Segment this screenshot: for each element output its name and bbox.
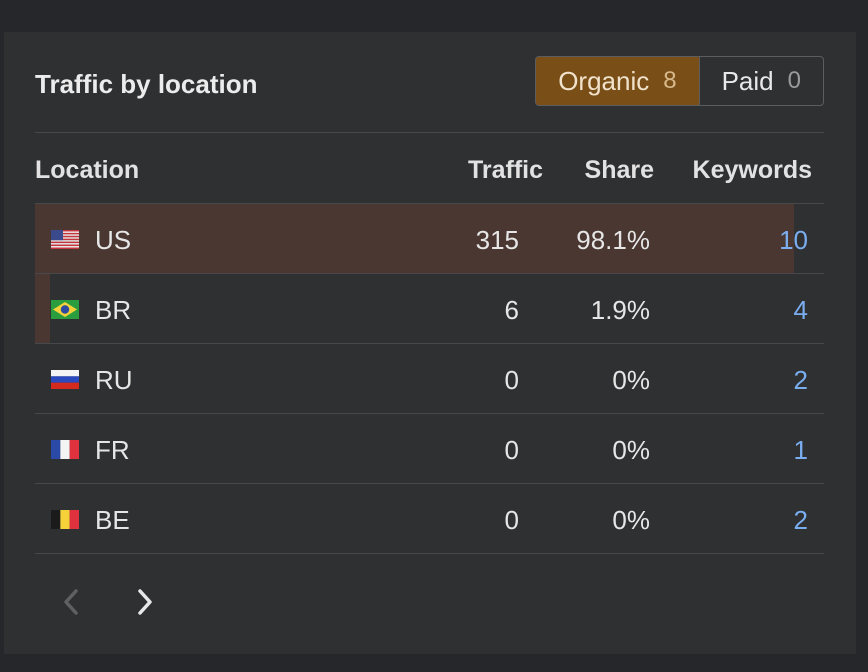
ru-flag-icon (51, 370, 79, 389)
traffic-by-location-card: Traffic by location Organic 8 Paid 0 Loc… (4, 32, 856, 654)
table-row: BE 0 0% 2 (35, 483, 824, 554)
organic-label: Organic (558, 65, 650, 96)
traffic-value: 0 (504, 505, 519, 535)
traffic-value: 0 (504, 435, 519, 465)
paid-toggle-button[interactable]: Paid 0 (698, 57, 823, 105)
chevron-right-icon (138, 589, 152, 615)
share-bar (35, 204, 794, 273)
card-header: Traffic by location Organic 8 Paid 0 (35, 56, 824, 108)
prev-page-button[interactable] (54, 582, 90, 622)
country-code: FR (95, 435, 130, 465)
country-code: BE (95, 505, 130, 535)
country-code: US (95, 225, 132, 255)
keywords-link[interactable]: 2 (794, 365, 808, 396)
share-bar (35, 274, 50, 343)
fr-flag-icon (51, 440, 79, 459)
paid-label: Paid (721, 65, 774, 96)
share-value: 1.9% (590, 295, 650, 325)
keywords-link[interactable]: 10 (779, 225, 808, 256)
traffic-value: 6 (504, 295, 519, 325)
organic-toggle-button[interactable]: Organic 8 (536, 57, 699, 105)
location-table: Location Traffic Share Keywords US 315 9… (35, 132, 824, 554)
table-row: FR 0 0% 1 (35, 413, 824, 483)
table-row: BR 6 1.9% 4 (35, 273, 824, 343)
table-row: RU 0 0% 2 (35, 343, 824, 413)
chevron-left-icon (64, 589, 78, 615)
share-value: 0% (612, 505, 650, 535)
card-title: Traffic by location (35, 69, 258, 99)
paid-count: 0 (787, 67, 801, 94)
next-page-button[interactable] (126, 582, 162, 622)
country-code: BR (95, 295, 132, 325)
country-code: RU (95, 365, 133, 395)
us-flag-icon (51, 230, 79, 249)
table-body: US 315 98.1% 10 BR 6 1.9% 4 RU 0 0% 2 FR… (35, 203, 824, 554)
organic-count: 8 (663, 67, 677, 94)
be-flag-icon (51, 510, 79, 529)
share-value: 0% (612, 435, 650, 465)
table-header: Location Traffic Share Keywords (35, 133, 824, 203)
traffic-value: 0 (504, 365, 519, 395)
keywords-link[interactable]: 1 (794, 435, 808, 466)
keywords-link[interactable]: 4 (794, 295, 808, 326)
location-header: Location (35, 156, 140, 184)
keywords-link[interactable]: 2 (794, 505, 808, 536)
traffic-type-toggle: Organic 8 Paid 0 (535, 56, 824, 106)
br-flag-icon (51, 300, 79, 319)
share-header[interactable]: Share (585, 156, 654, 185)
table-row: US 315 98.1% 10 (35, 203, 824, 273)
share-value: 98.1% (576, 225, 650, 255)
traffic-value: 315 (475, 225, 519, 255)
share-value: 0% (612, 365, 650, 395)
keywords-header[interactable]: Keywords (693, 156, 812, 185)
traffic-header[interactable]: Traffic (468, 156, 543, 185)
